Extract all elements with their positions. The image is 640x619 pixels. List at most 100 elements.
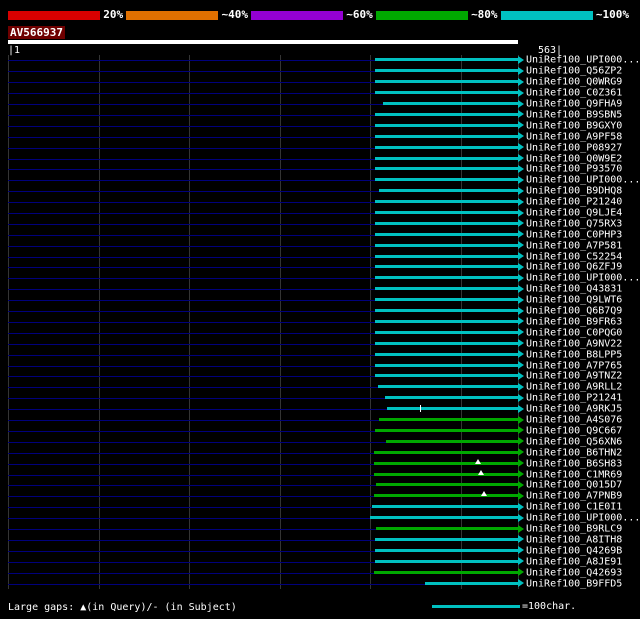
hit-label[interactable]: UniRef100_B9FFD5	[526, 578, 622, 589]
alignment-bar[interactable]	[374, 262, 525, 271]
alignment-bar[interactable]	[374, 197, 525, 206]
hit-label[interactable]: UniRef100_C0PHP3	[526, 229, 622, 240]
alignment-bar[interactable]	[374, 143, 525, 152]
hit-label[interactable]: UniRef100_UPI000...	[526, 273, 640, 284]
hit-label[interactable]: UniRef100_Q56ZP2	[526, 66, 622, 77]
alignment-bar[interactable]	[386, 404, 525, 413]
hit-label[interactable]: UniRef100_Q9LWT6	[526, 295, 622, 306]
alignment-bar[interactable]	[375, 480, 525, 489]
alignment-bar[interactable]	[374, 361, 525, 370]
hit-label[interactable]: UniRef100_UPI000...	[526, 513, 640, 524]
alignment-bar[interactable]	[374, 350, 525, 359]
alignment-bar[interactable]	[374, 175, 525, 184]
hit-label[interactable]: UniRef100_A8JE91	[526, 556, 622, 567]
hit-label[interactable]: UniRef100_Q9LJE4	[526, 208, 622, 219]
hit-label[interactable]: UniRef100_P08927	[526, 142, 622, 153]
alignment-bar[interactable]	[374, 470, 524, 479]
hit-label[interactable]: UniRef100_A9RLL2	[526, 382, 622, 393]
hit-label[interactable]: UniRef100_B9RLC9	[526, 524, 622, 535]
hit-label[interactable]: UniRef100_Q9C667	[526, 425, 622, 436]
hit-label[interactable]: UniRef100_A9RKJ5	[526, 404, 622, 415]
hit-label[interactable]: UniRef100_Q56XN6	[526, 436, 622, 447]
alignment-bar[interactable]	[374, 273, 525, 282]
hit-label[interactable]: UniRef100_C52254	[526, 251, 622, 262]
alignment-bar[interactable]	[374, 164, 525, 173]
alignment-bar[interactable]	[385, 437, 525, 446]
alignment-bar[interactable]	[374, 121, 525, 130]
alignment-bar[interactable]	[377, 382, 525, 391]
alignment-bar[interactable]	[374, 491, 524, 500]
hit-label[interactable]: UniRef100_UPI000...	[526, 55, 640, 66]
alignment-bar[interactable]	[374, 66, 525, 75]
hit-label[interactable]: UniRef100_Q0WRG9	[526, 77, 622, 88]
alignment-bar[interactable]	[374, 568, 524, 577]
hit-label[interactable]: UniRef100_A4S076	[526, 415, 622, 426]
alignment-bar[interactable]	[374, 252, 525, 261]
hit-label[interactable]: UniRef100_C1MR69	[526, 469, 622, 480]
alignment-bar[interactable]	[374, 284, 525, 293]
hit-label[interactable]: UniRef100_B6THN2	[526, 447, 622, 458]
alignment-bar[interactable]	[374, 328, 525, 337]
hit-label[interactable]: UniRef100_Q6ZFJ9	[526, 262, 622, 273]
alignment-bar[interactable]	[374, 448, 524, 457]
alignment-bar[interactable]	[424, 579, 525, 588]
alignment-bar[interactable]	[374, 371, 525, 380]
alignment-bar[interactable]	[374, 339, 525, 348]
hit-label[interactable]: UniRef100_Q015D7	[526, 480, 622, 491]
alignment-bar[interactable]	[384, 393, 525, 402]
alignment-bar[interactable]	[374, 459, 524, 468]
alignment-bar[interactable]	[374, 546, 525, 555]
hit-label[interactable]: UniRef100_UPI000...	[526, 175, 640, 186]
hit-label[interactable]: UniRef100_P93570	[526, 164, 622, 175]
alignment-bar[interactable]	[374, 154, 525, 163]
hit-label[interactable]: UniRef100_A9PF58	[526, 131, 622, 142]
hit-label[interactable]: UniRef100_A9NV22	[526, 338, 622, 349]
alignment-bar[interactable]	[379, 415, 524, 424]
hit-label[interactable]: UniRef100_A9TNZ2	[526, 371, 622, 382]
hit-label[interactable]: UniRef100_Q6B7Q9	[526, 306, 622, 317]
alignment-bar[interactable]	[374, 77, 525, 86]
hit-label[interactable]: UniRef100_B9SBN5	[526, 109, 622, 120]
hit-label[interactable]: UniRef100_C0PQG0	[526, 327, 622, 338]
alignment-bar[interactable]	[374, 230, 525, 239]
alignment-bar[interactable]	[374, 557, 525, 566]
alignment-bar[interactable]	[374, 219, 525, 228]
hit-label[interactable]: UniRef100_B9FR63	[526, 316, 622, 327]
alignment-bar[interactable]	[383, 99, 524, 108]
hit-label[interactable]: UniRef100_Q43831	[526, 284, 622, 295]
alignment-bar[interactable]	[374, 535, 525, 544]
hit-label[interactable]: UniRef100_Q9FHA9	[526, 99, 622, 110]
hit-label[interactable]: UniRef100_P21240	[526, 197, 622, 208]
hit-label[interactable]: UniRef100_B9GXY0	[526, 120, 622, 131]
alignment-bar[interactable]	[374, 55, 525, 64]
hit-label[interactable]: UniRef100_A7PNB9	[526, 491, 622, 502]
alignment-bar[interactable]	[378, 186, 524, 195]
alignment-bar[interactable]	[374, 88, 525, 97]
hit-label[interactable]: UniRef100_Q75RX3	[526, 218, 622, 229]
alignment-row: UniRef100_P08927	[8, 142, 632, 153]
hit-label[interactable]: UniRef100_A7P765	[526, 360, 622, 371]
alignment-bar[interactable]	[374, 317, 525, 326]
alignment-bar[interactable]	[372, 502, 524, 511]
alignment-bar[interactable]	[374, 110, 525, 119]
alignment-row: UniRef100_Q6B7Q9	[8, 306, 632, 317]
hit-label[interactable]: UniRef100_A8ITH8	[526, 534, 622, 545]
hit-label[interactable]: UniRef100_Q4269B	[526, 545, 622, 556]
alignment-bar[interactable]	[374, 306, 525, 315]
alignment-bar[interactable]	[374, 426, 525, 435]
alignment-bar[interactable]	[375, 524, 525, 533]
hit-label[interactable]: UniRef100_P21241	[526, 393, 622, 404]
hit-label[interactable]: UniRef100_B6SH83	[526, 458, 622, 469]
alignment-bar[interactable]	[374, 132, 525, 141]
hit-label[interactable]: UniRef100_A7P581	[526, 240, 622, 251]
hit-label[interactable]: UniRef100_C0Z361	[526, 88, 622, 99]
alignment-bar[interactable]	[374, 208, 525, 217]
alignment-bar[interactable]	[370, 513, 524, 522]
hit-label[interactable]: UniRef100_Q0W9E2	[526, 153, 622, 164]
hit-label[interactable]: UniRef100_Q42693	[526, 567, 622, 578]
hit-label[interactable]: UniRef100_B8LPP5	[526, 349, 622, 360]
hit-label[interactable]: UniRef100_C1E0I1	[526, 502, 622, 513]
hit-label[interactable]: UniRef100_B9DHQ8	[526, 186, 622, 197]
alignment-bar[interactable]	[374, 241, 525, 250]
alignment-bar[interactable]	[374, 295, 525, 304]
